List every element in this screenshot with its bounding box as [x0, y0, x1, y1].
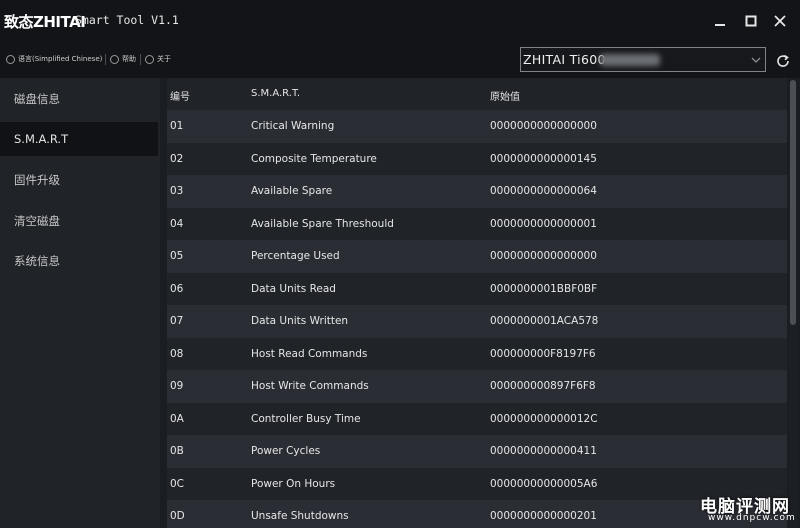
row-attribute: Available Spare [251, 185, 333, 197]
title-bar: 致态ZHITAI Smart Tool V1.1 [0, 0, 800, 42]
sidebar-item-firmware-upgrade[interactable]: 固件升级 [0, 163, 158, 197]
watermark: 电脑评测网 www.dnpcw.com [700, 492, 798, 526]
minimize-button[interactable] [709, 10, 731, 32]
table-row[interactable]: 03 Available Spare 0000000000000064 [167, 175, 787, 208]
device-select[interactable]: ZHITAI Ti600 [520, 47, 766, 72]
row-raw-value: 000000000897F6F8 [490, 380, 596, 392]
table-row[interactable]: 0B Power Cycles 0000000000000411 [167, 435, 787, 468]
row-raw-value: 0000000000000064 [490, 185, 597, 197]
column-header-id[interactable]: 编号 [170, 88, 190, 103]
row-id: 09 [170, 380, 184, 392]
row-id: 01 [170, 120, 184, 132]
info-icon [145, 54, 154, 64]
column-header-raw[interactable]: 原始值 [490, 88, 520, 103]
app-title: Smart Tool V1.1 [75, 13, 179, 27]
table-row[interactable]: 06 Data Units Read 0000000001BBF0BF [167, 272, 787, 305]
language-label: 语言(Simplified Chinese) [18, 55, 103, 63]
row-raw-value: 0000000000000000 [490, 250, 597, 262]
row-raw-value: 0000000001ACA578 [490, 315, 599, 327]
row-id: 06 [170, 282, 184, 295]
row-id: 0B [170, 445, 184, 457]
sidebar-item-erase-disk[interactable]: 清空磁盘 [0, 204, 158, 238]
brand-logo: 致态ZHITAI [4, 13, 86, 31]
globe-icon [6, 54, 15, 64]
watermark-url: www.dnpcw.com [708, 513, 796, 523]
sidebar-item-disk-info[interactable]: 磁盘信息 [0, 82, 158, 116]
device-select-value: ZHITAI Ti600 [523, 52, 606, 67]
minimize-icon [715, 24, 725, 26]
row-raw-value: 0000000000000411 [490, 445, 597, 457]
table-row[interactable]: 0C Power On Hours 00000000000005A6 [167, 467, 787, 500]
close-button[interactable] [769, 10, 791, 32]
row-raw-value: 0000000000000145 [490, 152, 597, 165]
table-row[interactable]: 0D Unsafe Shutdowns 0000000000000201 [167, 500, 787, 528]
row-attribute: Available Spare Threshould [251, 217, 394, 230]
table-row[interactable]: 05 Percentage Used 0000000000000000 [167, 240, 787, 273]
refresh-icon[interactable] [775, 53, 791, 69]
table-scrollbar[interactable] [789, 78, 797, 528]
sidebar: 磁盘信息 S.M.A.R.T 固件升级 清空磁盘 系统信息 [0, 78, 160, 528]
help-icon [110, 54, 119, 64]
sidebar-item-smart[interactable]: S.M.A.R.T [0, 122, 158, 156]
row-attribute: Percentage Used [251, 250, 340, 262]
maximize-button[interactable] [740, 10, 762, 32]
row-attribute: Host Write Commands [251, 380, 369, 392]
row-id: 0A [170, 412, 184, 425]
row-id: 0D [170, 510, 185, 522]
row-id: 08 [170, 347, 184, 360]
device-serial-redacted [600, 54, 660, 66]
row-id: 05 [170, 250, 184, 262]
row-id: 03 [170, 185, 184, 197]
scrollbar-thumb[interactable] [790, 80, 796, 325]
table-header: 编号 S.M.A.R.T. 原始值 [167, 78, 787, 110]
row-attribute: Power On Hours [251, 477, 336, 490]
row-attribute: Host Read Commands [251, 347, 368, 360]
row-attribute: Unsafe Shutdowns [251, 510, 349, 522]
row-attribute: Controller Busy Time [251, 412, 361, 425]
row-attribute: Data Units Written [251, 315, 349, 327]
column-header-name[interactable]: S.M.A.R.T. [251, 88, 300, 99]
row-id: 02 [170, 152, 184, 165]
table-row[interactable]: 04 Available Spare Threshould 0000000000… [167, 207, 787, 240]
close-icon [774, 15, 786, 27]
row-raw-value: 0000000000000001 [490, 217, 597, 230]
row-attribute: Composite Temperature [251, 152, 377, 165]
table-row[interactable]: 02 Composite Temperature 000000000000014… [167, 142, 787, 175]
row-attribute: Power Cycles [251, 445, 321, 457]
sidebar-item-system-info[interactable]: 系统信息 [0, 244, 158, 278]
toolbar-divider [105, 54, 106, 65]
about-label: 关于 [157, 55, 171, 63]
row-raw-value: 00000000000005A6 [490, 477, 598, 490]
maximize-icon [745, 15, 757, 27]
row-raw-value: 000000000000012C [490, 412, 598, 425]
row-raw-value: 0000000000000201 [490, 510, 597, 522]
chevron-down-icon [751, 57, 761, 63]
row-raw-value: 000000000F8197F6 [490, 347, 596, 360]
row-attribute: Data Units Read [251, 282, 336, 295]
row-id: 07 [170, 315, 184, 327]
smart-table: 编号 S.M.A.R.T. 原始值 01 Critical Warning 00… [167, 78, 787, 528]
help-label: 帮助 [122, 55, 136, 63]
about-button[interactable]: 关于 [145, 54, 171, 64]
language-button[interactable]: 语言(Simplified Chinese) [6, 54, 102, 64]
table-row[interactable]: 01 Critical Warning 0000000000000000 [167, 110, 787, 143]
row-id: 04 [170, 217, 184, 230]
toolbar-divider [140, 54, 141, 65]
table-row[interactable]: 08 Host Read Commands 000000000F8197F6 [167, 337, 787, 370]
row-raw-value: 0000000001BBF0BF [490, 282, 598, 295]
table-row[interactable]: 0A Controller Busy Time 000000000000012C [167, 402, 787, 435]
help-button[interactable]: 帮助 [110, 54, 136, 64]
table-row[interactable]: 09 Host Write Commands 000000000897F6F8 [167, 370, 787, 403]
table-row[interactable]: 07 Data Units Written 0000000001ACA578 [167, 305, 787, 338]
row-raw-value: 0000000000000000 [490, 120, 597, 132]
row-attribute: Critical Warning [251, 120, 335, 132]
row-id: 0C [170, 477, 185, 490]
